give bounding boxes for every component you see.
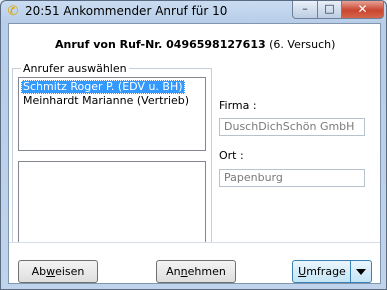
- caller-number: Anruf von Ruf-Nr. 0496598127613: [55, 38, 266, 51]
- city-field[interactable]: Papenburg: [219, 169, 365, 187]
- reject-label-end: eisen: [55, 265, 85, 278]
- dialog-content: Anruf von Ruf-Nr. 0496598127613 (6. Vers…: [8, 23, 381, 284]
- accept-label-start: An: [166, 265, 181, 278]
- title-bar[interactable]: ✆ 20:51 Ankommender Anruf für 10 – □ ✕: [1, 1, 386, 23]
- accept-label-end: ehmen: [187, 265, 226, 278]
- ask-accelerator: U: [298, 265, 307, 278]
- caller-number-text: Anruf von Ruf-Nr. 0496598127613 (6. Vers…: [55, 38, 335, 51]
- window-title: 20:51 Ankommender Anruf für 10: [25, 4, 228, 18]
- attempt-count: (6. Versuch): [269, 38, 336, 51]
- phone-icon: ✆: [7, 4, 19, 19]
- caller-list-item[interactable]: Schmitz Roger P. (EDV u. BH): [21, 80, 185, 94]
- caller-list[interactable]: Schmitz Roger P. (EDV u. BH) Meinhardt M…: [18, 77, 206, 151]
- caller-list-item[interactable]: Meinhardt Marianne (Vertrieb): [21, 94, 191, 108]
- caller-detail-list[interactable]: [18, 161, 206, 253]
- close-button[interactable]: ✕: [341, 1, 384, 19]
- maximize-button[interactable]: □: [317, 1, 342, 19]
- accept-button[interactable]: Annehmen: [156, 260, 236, 283]
- company-field[interactable]: DuschDichSchön GmbH: [219, 118, 365, 136]
- company-label: Firma :: [219, 99, 257, 112]
- ask-dropdown-button[interactable]: [350, 261, 371, 282]
- chevron-down-icon: [356, 269, 366, 275]
- ask-button[interactable]: Umfrage: [292, 260, 372, 283]
- ask-label-end: mfrage: [306, 265, 346, 278]
- caller-selection-label: Anrufer auswählen: [21, 62, 129, 75]
- minimize-button[interactable]: –: [292, 1, 318, 19]
- reject-button[interactable]: Abweisen: [18, 260, 98, 283]
- incoming-call-dialog: ✆ 20:51 Ankommender Anruf für 10 – □ ✕ A…: [0, 0, 387, 290]
- reject-label-start: Ab: [31, 265, 47, 278]
- call-header: Anruf von Ruf-Nr. 0496598127613 (6. Vers…: [9, 24, 380, 62]
- accept-accelerator: n: [180, 265, 188, 278]
- reject-accelerator: w: [46, 265, 56, 278]
- city-label: Ort :: [219, 149, 244, 162]
